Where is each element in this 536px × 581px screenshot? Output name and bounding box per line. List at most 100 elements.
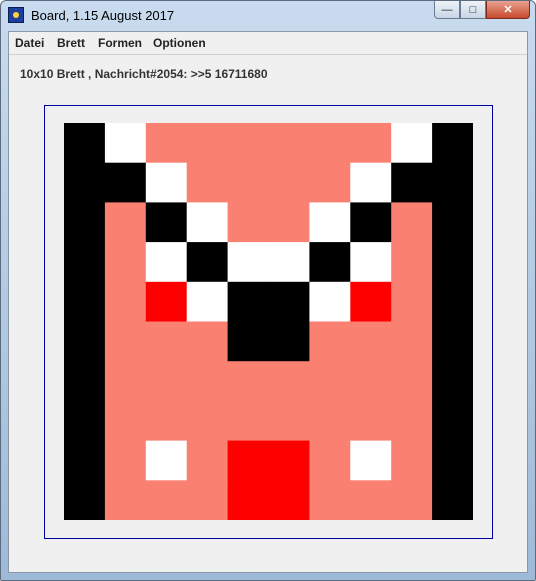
board-cell[interactable] (64, 162, 106, 203)
board-cell[interactable] (104, 281, 147, 323)
board-cell[interactable] (145, 440, 188, 481)
board-cell[interactable] (432, 321, 473, 362)
board-cell[interactable] (227, 440, 270, 481)
maximize-button[interactable]: □ (460, 1, 486, 19)
board-cell[interactable] (391, 281, 433, 323)
board-cell[interactable] (186, 480, 229, 520)
board-cell[interactable] (391, 242, 433, 283)
board-cell[interactable] (104, 202, 147, 243)
board-cell[interactable] (227, 400, 270, 442)
board-cell[interactable] (268, 321, 311, 362)
board-cell[interactable] (64, 202, 106, 243)
board-cell[interactable] (104, 123, 147, 164)
board-cell[interactable] (186, 281, 229, 323)
board-cell[interactable] (391, 321, 433, 362)
board-cell[interactable] (64, 281, 106, 323)
board-cell[interactable] (391, 123, 433, 164)
board-cell[interactable] (432, 242, 473, 283)
board-cell[interactable] (350, 440, 392, 481)
board-cell[interactable] (309, 162, 351, 203)
board-cell[interactable] (186, 361, 229, 402)
board-cell[interactable] (186, 321, 229, 362)
board-cell[interactable] (145, 123, 188, 164)
close-button[interactable]: ✕ (486, 1, 530, 19)
board-cell[interactable] (268, 242, 311, 283)
board-cell[interactable] (186, 202, 229, 243)
board-cell[interactable] (309, 202, 351, 243)
board-cell[interactable] (64, 123, 106, 164)
board-cell[interactable] (227, 202, 270, 243)
board-cell[interactable] (432, 480, 473, 520)
board-cell[interactable] (268, 202, 311, 243)
board-cell[interactable] (350, 361, 392, 402)
board-cell[interactable] (186, 440, 229, 481)
board-cell[interactable] (145, 321, 188, 362)
board-cell[interactable] (268, 361, 311, 402)
board-cell[interactable] (309, 123, 351, 164)
menu-brett[interactable]: Brett (57, 36, 85, 50)
board-cell[interactable] (309, 400, 351, 442)
board-cell[interactable] (145, 162, 188, 203)
board-cell[interactable] (350, 281, 392, 323)
board-cell[interactable] (350, 400, 392, 442)
board-cell[interactable] (391, 202, 433, 243)
minimize-button[interactable]: — (434, 1, 460, 19)
board-cell[interactable] (350, 162, 392, 203)
board-cell[interactable] (104, 321, 147, 362)
board-cell[interactable] (268, 281, 311, 323)
board-cell[interactable] (391, 480, 433, 520)
board-cell[interactable] (186, 123, 229, 164)
board-cell[interactable] (350, 242, 392, 283)
board-cell[interactable] (64, 361, 106, 402)
app-icon[interactable] (8, 7, 24, 23)
board-cell[interactable] (104, 480, 147, 520)
board-cell[interactable] (432, 361, 473, 402)
menu-formen[interactable]: Formen (98, 36, 142, 50)
board-cell[interactable] (350, 480, 392, 520)
board-cell[interactable] (104, 242, 147, 283)
board-cell[interactable] (104, 440, 147, 481)
board-cell[interactable] (268, 440, 311, 481)
board-cell[interactable] (350, 321, 392, 362)
board-cell[interactable] (268, 162, 311, 203)
board-cell[interactable] (145, 361, 188, 402)
board-grid[interactable] (64, 123, 473, 520)
board-cell[interactable] (309, 242, 351, 283)
board-cell[interactable] (268, 480, 311, 520)
board-cell[interactable] (309, 440, 351, 481)
title-bar[interactable]: Board, 1.15 August 2017 — □ ✕ (1, 1, 535, 31)
board-cell[interactable] (227, 321, 270, 362)
board-cell[interactable] (186, 242, 229, 283)
board-cell[interactable] (227, 123, 270, 164)
board-cell[interactable] (227, 162, 270, 203)
board-cell[interactable] (186, 162, 229, 203)
board-cell[interactable] (104, 162, 147, 203)
board-cell[interactable] (309, 281, 351, 323)
board-cell[interactable] (432, 202, 473, 243)
board-cell[interactable] (64, 242, 106, 283)
board-cell[interactable] (268, 123, 311, 164)
board-cell[interactable] (227, 480, 270, 520)
board-cell[interactable] (432, 440, 473, 481)
board-cell[interactable] (64, 440, 106, 481)
board-cell[interactable] (432, 400, 473, 442)
board-cell[interactable] (227, 361, 270, 402)
board-cell[interactable] (145, 480, 188, 520)
board-cell[interactable] (104, 400, 147, 442)
board-cell[interactable] (64, 321, 106, 362)
board-cell[interactable] (64, 400, 106, 442)
board-cell[interactable] (227, 242, 270, 283)
board-cell[interactable] (104, 361, 147, 402)
board-cell[interactable] (145, 400, 188, 442)
board-cell[interactable] (145, 281, 188, 323)
board-cell[interactable] (309, 361, 351, 402)
board-cell[interactable] (350, 123, 392, 164)
menu-optionen[interactable]: Optionen (153, 36, 206, 50)
board-cell[interactable] (227, 281, 270, 323)
board-cell[interactable] (268, 400, 311, 442)
board-cell[interactable] (391, 440, 433, 481)
board-cell[interactable] (391, 361, 433, 402)
board-cell[interactable] (391, 400, 433, 442)
board-cell[interactable] (309, 321, 351, 362)
board-cell[interactable] (391, 162, 433, 203)
